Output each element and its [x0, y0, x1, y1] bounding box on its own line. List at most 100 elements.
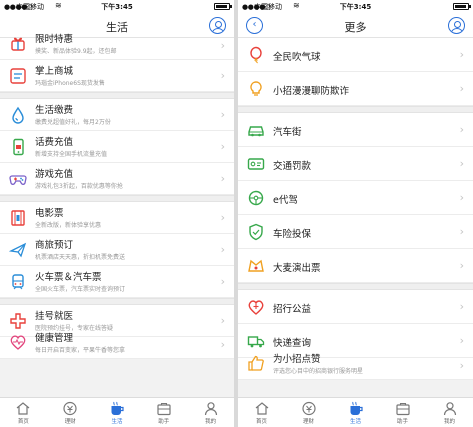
train-icon [9, 273, 27, 291]
chevron-right-icon: › [459, 334, 464, 347]
list-item-subtitle: 玛瑙金iPhone6S现货发售 [35, 80, 105, 87]
battery-icon [214, 3, 232, 10]
list-item[interactable]: 游戏充值 游戏礼包3折起，百款优惠等你抢 › [0, 163, 234, 195]
tab-label: 理财 [302, 419, 314, 425]
life-screen: ●●●●○ 中国移动 ≋ 下午3:45 生活 限时特惠 摸奖、新品体验9.9起，… [0, 0, 234, 427]
list-item-subtitle: 评选您心目中的招商银行服务明星 [273, 368, 364, 375]
chevron-right-icon: › [459, 259, 464, 272]
show-ticket-icon [247, 257, 265, 275]
list-item[interactable]: 生活缴费 缴费兑超值好礼，每月2万份 › [0, 99, 234, 131]
list-item-title: 电影票 [35, 208, 64, 219]
finance-icon [62, 401, 78, 416]
chevron-right-icon: › [220, 140, 225, 153]
more-list: 全民吹气球 › 小招漫漫聊防欺诈 › 汽车街 › 交通罚款 › e代驾 › 车险… [238, 38, 473, 380]
list-item-title: 招行公益 [273, 304, 312, 315]
tab-2[interactable]: 生活 [332, 398, 379, 427]
chevron-right-icon: › [459, 48, 464, 61]
list-item[interactable]: 电影票 全新改版，新体验享优惠 › [0, 202, 234, 234]
chevron-right-icon: › [220, 314, 225, 327]
list-item[interactable]: 车险投保 › [238, 215, 473, 249]
charity-heart-icon [247, 298, 265, 316]
tab-label: 我的 [205, 419, 217, 425]
tab-3[interactable]: 助手 [379, 398, 426, 427]
tab-bar: 首页 理财 生活 助手 我的 [238, 397, 473, 427]
tab-0[interactable]: 首页 [0, 398, 47, 427]
list-item-title: 游戏充值 [35, 169, 74, 180]
list-item[interactable]: 火车票＆汽车票 全国火车票，汽车票实时查询预订 › [0, 266, 234, 298]
list-item[interactable]: 汽车街 › [238, 113, 473, 147]
list-item[interactable]: 掌上商城 玛瑙金iPhone6S现货发售 › [0, 60, 234, 92]
tab-2[interactable]: 生活 [94, 398, 141, 427]
tab-label: 首页 [17, 419, 29, 425]
chevron-right-icon: › [220, 39, 225, 52]
tab-1[interactable]: 理财 [47, 398, 94, 427]
tab-label: 助手 [396, 419, 408, 425]
list-item-title: 生活缴费 [35, 105, 74, 116]
chevron-right-icon: › [220, 338, 225, 351]
list-item[interactable]: 限时特惠 摸奖、新品体验9.9起，还包邮 › [0, 34, 234, 60]
list-item[interactable]: e代驾 › [238, 181, 473, 215]
list-item-title: 话费充值 [35, 137, 74, 148]
list-item[interactable]: 大麦演出票 › [238, 249, 473, 283]
user-icon[interactable] [209, 17, 226, 34]
status-bar: ●●●●○ 中国移动 ≋ 下午3:45 [238, 0, 473, 14]
section-separator [238, 106, 473, 113]
list-item-subtitle: 每日开启百变家，平果牛香等您拿 [35, 347, 126, 354]
list-item-subtitle: 摸奖、新品体验9.9起，还包邮 [35, 48, 117, 55]
list-item[interactable]: 商旅预订 机票酒店天天惠，折扣机票免费送 › [0, 234, 234, 266]
list-item-title: 汽车街 [273, 127, 302, 138]
gamepad-icon [9, 170, 27, 188]
steering-wheel-icon [247, 189, 265, 207]
chevron-right-icon: › [220, 108, 225, 121]
list-item-title: 限时特惠 [35, 34, 74, 45]
list-item-title: 为小招点赞 [273, 354, 321, 365]
tab-label: 理财 [64, 419, 76, 425]
status-bar: ●●●●○ 中国移动 ≋ 下午3:45 [0, 0, 234, 14]
list-item[interactable]: 交通罚款 › [238, 147, 473, 181]
list-item[interactable]: 招行公益 › [238, 290, 473, 324]
tab-0[interactable]: 首页 [238, 398, 285, 427]
heart-pulse-icon [9, 333, 27, 351]
tab-4[interactable]: 我的 [426, 398, 473, 427]
tab-label: 我的 [443, 419, 455, 425]
chevron-right-icon: › [459, 123, 464, 136]
more-screen: ●●●●○ 中国移动 ≋ 下午3:45 ‹ 更多 全民吹气球 › 小招漫漫聊防欺… [238, 0, 473, 427]
list-item-title: 交通罚款 [273, 161, 312, 172]
page-title: 更多 [344, 21, 367, 34]
tab-3[interactable]: 助手 [140, 398, 187, 427]
list-item[interactable]: 为小招点赞 评选您心目中的招商银行服务明星 › [238, 354, 473, 380]
list-item[interactable]: 小招漫漫聊防欺诈 › [238, 72, 473, 106]
tab-label: 助手 [158, 419, 170, 425]
chevron-right-icon: › [459, 191, 464, 204]
tab-4[interactable]: 我的 [187, 398, 234, 427]
user-icon[interactable] [448, 17, 465, 34]
shop-icon [9, 67, 27, 85]
screens: ●●●●○ 中国移动 ≋ 下午3:45 生活 限时特惠 摸奖、新品体验9.9起，… [0, 0, 473, 427]
battery-icon [453, 3, 471, 10]
section-separator [0, 195, 234, 202]
list-item[interactable]: 健康管理 每日开启百变家，平果牛香等您拿 › [0, 333, 234, 359]
tab-label: 生活 [349, 419, 361, 425]
list-item[interactable]: 话费充值 新增支持全国手机流量充值 › [0, 131, 234, 163]
list-item-title: 健康管理 [35, 333, 74, 344]
list-item-subtitle: 全国火车票，汽车票实时查询预订 [35, 286, 126, 293]
tab-1[interactable]: 理财 [285, 398, 332, 427]
section-separator [0, 298, 234, 305]
home-icon [15, 401, 31, 416]
tab-label: 首页 [255, 419, 267, 425]
chevron-right-icon: › [459, 82, 464, 95]
delivery-truck-icon [247, 332, 265, 350]
chevron-right-icon: › [220, 172, 225, 185]
status-time: 下午3:45 [101, 3, 133, 11]
list-item-subtitle: 机票酒店天天惠，折扣机票免费送 [35, 254, 126, 261]
list-item-title: 大麦演出票 [273, 263, 321, 274]
chevron-right-icon: › [459, 157, 464, 170]
profile-icon [203, 401, 219, 416]
tab-bar: 首页 理财 生活 助手 我的 [0, 397, 234, 427]
list-item[interactable]: 全民吹气球 › [238, 38, 473, 72]
phone-icon [9, 138, 27, 156]
list-item-subtitle: 新增支持全国手机流量充值 [35, 151, 108, 158]
home-icon [254, 401, 270, 416]
list-item-subtitle: 游戏礼包3折起，百款优惠等你抢 [35, 183, 123, 190]
nav-bar: ‹ 更多 [238, 14, 473, 38]
